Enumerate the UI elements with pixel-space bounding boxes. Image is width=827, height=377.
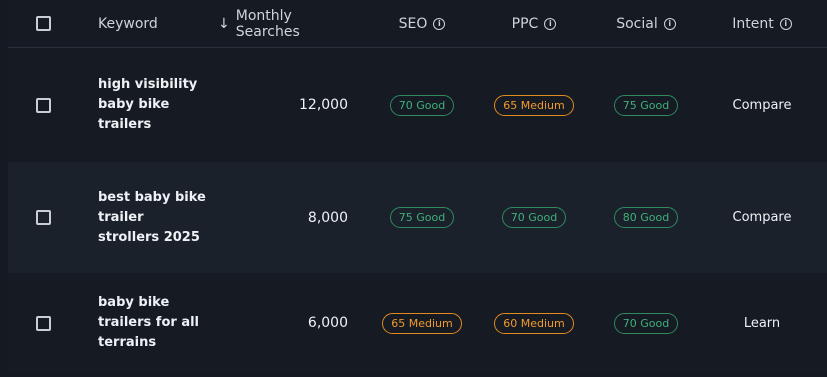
- intent-value: Learn: [743, 315, 781, 331]
- intent-cell: Compare: [712, 162, 812, 273]
- row-check-cell: [36, 162, 56, 273]
- header-intent[interactable]: Intent: [732, 16, 773, 32]
- table-header: Keyword ↓ Monthly Searches SEO i PPC i S…: [8, 0, 827, 48]
- table-row: high visibility baby bike trailers 12,00…: [8, 48, 827, 162]
- ppc-badge: 70 Good: [501, 207, 567, 228]
- info-icon[interactable]: i: [663, 17, 676, 30]
- intent-cell: Learn: [712, 273, 812, 373]
- info-icon[interactable]: i: [779, 17, 792, 30]
- header-seo[interactable]: SEO: [399, 16, 428, 32]
- keyword-text: best baby bike trailer strollers 2025: [98, 189, 206, 245]
- header-monthly-cell: ↓ Monthly Searches: [218, 0, 348, 47]
- header-keyword-cell: Keyword: [98, 0, 208, 47]
- row-checkbox[interactable]: [36, 97, 51, 113]
- arrow-down-icon: ↓: [218, 15, 230, 32]
- seo-badge: 75 Good: [389, 207, 455, 228]
- keyword-text: high visibility baby bike trailers: [98, 77, 198, 132]
- intent-cell: Compare: [712, 48, 812, 162]
- ppc-badge: 65 Medium: [494, 94, 574, 116]
- keyword-text: baby bike trailers for all terrains: [98, 295, 200, 350]
- monthly-searches-cell: 6,000: [218, 273, 348, 373]
- header-keyword[interactable]: Keyword: [98, 16, 158, 32]
- ppc-cell: 60 Medium: [492, 273, 576, 373]
- row-check-cell: [36, 48, 56, 162]
- monthly-searches-cell: 8,000: [218, 162, 348, 273]
- info-icon[interactable]: i: [544, 17, 557, 30]
- header-seo-cell: SEO i: [380, 0, 464, 47]
- keyword-cell: baby bike trailers for all terrains: [98, 273, 208, 373]
- seo-cell: 65 Medium: [380, 273, 464, 373]
- header-monthly-searches: Monthly Searches: [235, 7, 300, 40]
- row-check-cell: [36, 273, 56, 373]
- row-checkbox[interactable]: [36, 210, 51, 225]
- header-ppc[interactable]: PPC: [512, 16, 539, 32]
- header-intent-cell: Intent i: [712, 0, 812, 47]
- keyword-cell: high visibility baby bike trailers: [98, 48, 208, 162]
- social-badge: 75 Good: [613, 94, 679, 116]
- header-social-cell: Social i: [604, 0, 688, 47]
- table-row: best baby bike trailer strollers 2025 8,…: [8, 162, 827, 273]
- monthly-searches-value: 8,000: [307, 209, 348, 226]
- keyword-cell: best baby bike trailer strollers 2025: [98, 162, 208, 273]
- table-row: baby bike trailers for all terrains 6,00…: [8, 273, 827, 373]
- social-cell: 75 Good: [604, 48, 688, 162]
- row-checkbox[interactable]: [36, 315, 51, 331]
- header-ppc-cell: PPC i: [492, 0, 576, 47]
- monthly-searches-value: 6,000: [307, 315, 348, 331]
- keyword-table: Keyword ↓ Monthly Searches SEO i PPC i S…: [8, 0, 827, 373]
- header-check-cell: [36, 0, 56, 47]
- seo-cell: 75 Good: [380, 162, 464, 273]
- intent-value: Compare: [732, 210, 792, 225]
- intent-value: Compare: [732, 97, 792, 113]
- seo-cell: 70 Good: [380, 48, 464, 162]
- ppc-cell: 65 Medium: [492, 48, 576, 162]
- header-social[interactable]: Social: [616, 16, 658, 32]
- ppc-badge: 60 Medium: [494, 312, 574, 334]
- social-cell: 70 Good: [604, 273, 688, 373]
- seo-badge: 65 Medium: [382, 312, 462, 334]
- monthly-searches-value: 12,000: [299, 97, 348, 113]
- info-icon[interactable]: i: [433, 17, 446, 30]
- monthly-searches-cell: 12,000: [218, 48, 348, 162]
- social-badge: 80 Good: [613, 207, 679, 228]
- seo-badge: 70 Good: [389, 94, 455, 116]
- social-badge: 70 Good: [613, 312, 679, 334]
- select-all-checkbox[interactable]: [36, 16, 51, 31]
- sort-monthly-searches[interactable]: ↓ Monthly Searches: [218, 8, 348, 40]
- ppc-cell: 70 Good: [492, 162, 576, 273]
- social-cell: 80 Good: [604, 162, 688, 273]
